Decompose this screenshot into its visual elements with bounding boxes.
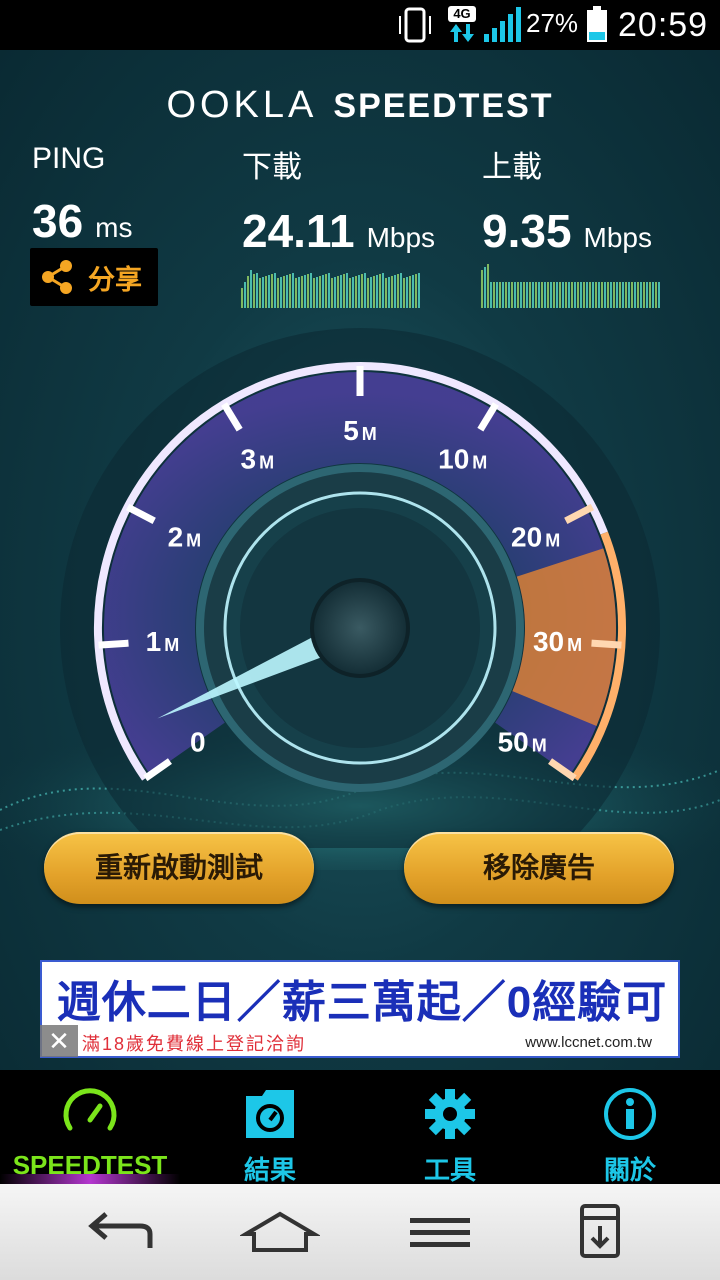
- speedtest-wordmark: SPEEDTEST: [333, 87, 554, 125]
- remove-ads-button[interactable]: 移除廣告: [404, 832, 674, 904]
- ad-subtext: 滿18歲免費線上登記洽詢: [82, 1034, 307, 1054]
- home-icon[interactable]: [240, 1204, 320, 1260]
- upload-label: 上載: [482, 151, 542, 184]
- app-brand: OOKLA SPEEDTEST: [0, 84, 720, 127]
- speedtest-screen: OOKLA SPEEDTEST PING 36 ms 下載 24.11 Mbps 上載…: [0, 50, 720, 1070]
- info-icon: [604, 1088, 656, 1140]
- network-type: 4G: [448, 6, 476, 22]
- share-button[interactable]: 分享: [30, 248, 158, 306]
- upload-sparkline: [481, 264, 660, 308]
- share-icon: [42, 260, 72, 294]
- tab-bar: SPEEDTEST 結果 工具 關於: [0, 1070, 720, 1185]
- tab-about[interactable]: 關於: [540, 1070, 720, 1185]
- system-nav-bar: [0, 1184, 720, 1280]
- ookla-logo: OOKLA: [166, 84, 318, 126]
- status-bar: 4G 27% 20:59: [0, 0, 720, 50]
- download-result: 下載 24.11 Mbps: [242, 142, 435, 258]
- speed-gauge: 01 M2 M3 M5 M10 M20 M30 M50 M: [60, 328, 660, 848]
- back-icon[interactable]: [80, 1204, 160, 1260]
- share-label: 分享: [88, 264, 142, 295]
- network-4g-icon: 4G: [446, 6, 478, 44]
- tab-label: SPEEDTEST: [12, 1150, 168, 1180]
- menu-icon[interactable]: [400, 1204, 480, 1260]
- upload-value: 9.35: [482, 205, 572, 257]
- ping-label: PING: [32, 142, 106, 175]
- restart-test-button[interactable]: 重新啟動測試: [44, 832, 314, 904]
- download-sparkline: [241, 270, 420, 308]
- ping-unit: ms: [95, 212, 133, 243]
- download-label: 下載: [242, 151, 302, 184]
- ping-value: 36: [32, 195, 84, 247]
- gauge-tick-label: 0: [190, 727, 206, 758]
- tab-speedtest[interactable]: SPEEDTEST: [0, 1070, 180, 1184]
- download-icon[interactable]: [560, 1204, 640, 1260]
- download-value: 24.11: [242, 205, 355, 257]
- upload-unit: Mbps: [583, 222, 652, 253]
- tab-label: 關於: [603, 1155, 656, 1185]
- battery-percent: 27%: [526, 8, 579, 38]
- gauge-tick: [591, 639, 622, 649]
- tab-tools[interactable]: 工具: [360, 1070, 540, 1185]
- gear-icon: [425, 1089, 475, 1139]
- speedometer-icon: [63, 1088, 117, 1131]
- phone-vibrate-icon: [399, 7, 431, 43]
- clock: 20:59: [618, 6, 709, 44]
- ad-banner[interactable]: 週休二日／薪三萬起／0經驗可 滿18歲免費線上登記洽詢 www.lccnet.c…: [40, 960, 680, 1058]
- results-folder-icon: [246, 1090, 294, 1138]
- tab-label: 工具: [423, 1155, 476, 1185]
- ping-result: PING 36 ms: [32, 142, 133, 248]
- download-unit: Mbps: [366, 222, 436, 253]
- ad-url: www.lccnet.com.tw: [525, 1034, 652, 1051]
- upload-result: 上載 9.35 Mbps: [482, 142, 652, 258]
- signal-strength-icon: [484, 7, 521, 42]
- tab-label: 結果: [243, 1155, 296, 1185]
- ad-headline: 週休二日／薪三萬起／0經驗可: [56, 978, 668, 1027]
- tab-results[interactable]: 結果: [180, 1070, 360, 1185]
- ad-close-button[interactable]: ✕: [40, 1025, 78, 1057]
- battery-icon: [587, 6, 607, 42]
- gauge-tick: [98, 639, 129, 649]
